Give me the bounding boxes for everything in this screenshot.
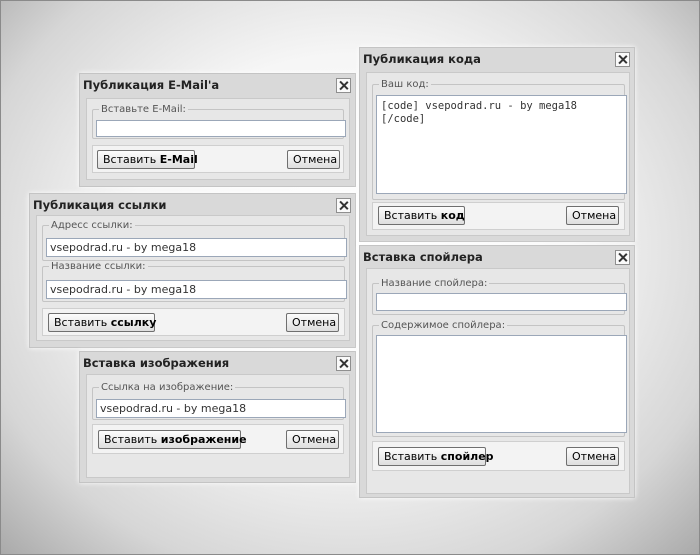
link-name-label: Название ссылки: <box>49 261 148 272</box>
email-cancel-button[interactable]: Отмена <box>287 150 340 169</box>
insert-image-button[interactable]: Вставить изображение <box>98 430 247 449</box>
insert-spoiler-button-bold: спойлер <box>440 450 494 463</box>
insert-spoiler-button-prefix: Вставить <box>384 450 438 463</box>
link-address-label: Адресс ссылки: <box>49 220 135 231</box>
insert-image-button-prefix: Вставить <box>104 433 158 446</box>
insert-code-button-bold: код <box>440 209 465 222</box>
link-dialog: Публикация ссылки Адресс ссылки: vsepodr… <box>29 193 356 348</box>
email-dialog: Публикация E-Mail'a Вставьте E-Mail: Вст… <box>79 73 356 187</box>
link-dialog-title: Публикация ссылки <box>33 198 167 212</box>
insert-spoiler-button[interactable]: Вставить спойлер <box>378 447 494 466</box>
spoiler-cancel-button[interactable]: Отмена <box>566 447 619 466</box>
spoiler-button-bar: Вставить спойлер Отмена <box>372 441 625 471</box>
email-input[interactable] <box>96 120 346 137</box>
image-button-bar: Вставить изображение Отмена <box>92 424 344 454</box>
spoiler-dialog: Вставка спойлера Название спойлера: Соде… <box>359 245 635 498</box>
spoiler-name-input[interactable] <box>376 293 627 311</box>
spoiler-dialog-close-icon[interactable] <box>615 250 630 265</box>
spoiler-content-textarea[interactable] <box>376 335 627 433</box>
code-textarea[interactable]: [code] vsepodrad.ru - by mega18 [/code] <box>376 95 627 194</box>
image-dialog-panel: Ссылка на изображение: vsepodrad.ru - by… <box>86 374 350 478</box>
link-cancel-button[interactable]: Отмена <box>286 313 339 332</box>
code-button-bar: Вставить код Отмена <box>372 202 625 230</box>
code-cancel-button[interactable]: Отмена <box>566 206 619 225</box>
image-cancel-button[interactable]: Отмена <box>286 430 339 449</box>
insert-email-button[interactable]: Вставить E-Mail <box>97 150 198 169</box>
spoiler-dialog-panel: Название спойлера: Содержимое спойлера: … <box>366 268 630 494</box>
link-name-input[interactable]: vsepodrad.ru - by mega18 <box>46 280 347 299</box>
email-dialog-title: Публикация E-Mail'a <box>83 78 220 92</box>
link-button-bar: Вставить ссылку Отмена <box>42 308 345 336</box>
insert-email-button-prefix: Вставить <box>103 153 157 166</box>
code-dialog-title: Публикация кода <box>363 52 481 66</box>
code-dialog: Публикация кода Ваш код: [code] vsepodra… <box>359 47 635 242</box>
link-dialog-panel: Адресс ссылки: vsepodrad.ru - by mega18 … <box>36 215 350 341</box>
image-field-label: Ссылка на изображение: <box>99 382 236 393</box>
email-button-bar: Вставить E-Mail Отмена <box>92 145 344 173</box>
spoiler-content-label: Содержимое спойлера: <box>379 320 508 331</box>
spoiler-name-label: Название спойлера: <box>379 278 490 289</box>
image-dialog-title: Вставка изображения <box>83 356 230 370</box>
email-dialog-panel: Вставьте E-Mail: Вставить E-Mail Отмена <box>86 98 350 180</box>
email-dialog-close-icon[interactable] <box>336 78 351 93</box>
email-field-label: Вставьте E-Mail: <box>99 104 188 115</box>
insert-code-button-prefix: Вставить <box>384 209 438 222</box>
link-dialog-close-icon[interactable] <box>336 198 351 213</box>
image-url-input[interactable]: vsepodrad.ru - by mega18 <box>96 399 346 418</box>
insert-code-button[interactable]: Вставить код <box>378 206 465 225</box>
code-dialog-close-icon[interactable] <box>615 52 630 67</box>
spoiler-dialog-title: Вставка спойлера <box>363 250 483 264</box>
insert-link-button-bold: ссылку <box>110 316 157 329</box>
insert-link-button[interactable]: Вставить ссылку <box>48 313 157 332</box>
code-field-label: Ваш код: <box>379 79 431 90</box>
link-address-input[interactable]: vsepodrad.ru - by mega18 <box>46 238 347 257</box>
insert-email-button-bold: E-Mail <box>159 153 198 166</box>
image-dialog-close-icon[interactable] <box>336 356 351 371</box>
code-dialog-panel: Ваш код: [code] vsepodrad.ru - by mega18… <box>366 72 630 236</box>
insert-image-button-bold: изображение <box>160 433 247 446</box>
image-dialog: Вставка изображения Ссылка на изображени… <box>79 351 356 483</box>
insert-link-button-prefix: Вставить <box>54 316 108 329</box>
